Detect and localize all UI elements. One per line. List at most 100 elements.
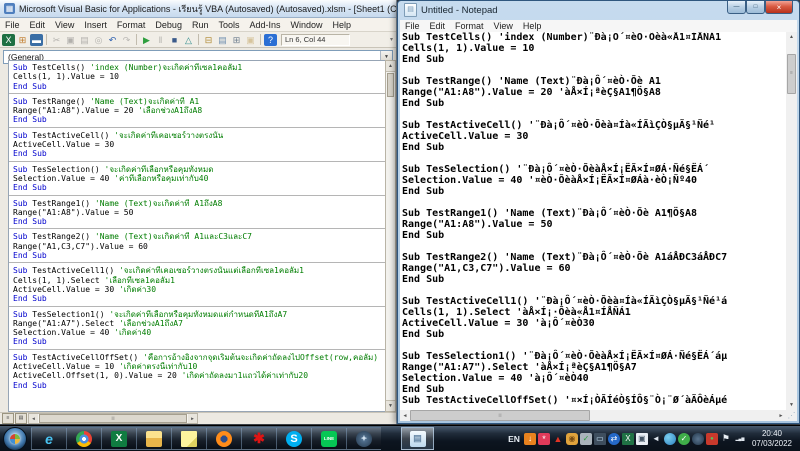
properties-window-icon[interactable]: ▤ [216,34,229,46]
notepad-menu-view[interactable]: View [489,21,518,31]
vba-procedure-block[interactable]: Sub TesSelection1() 'จะเกิดค่าที่เลือกหร… [9,308,385,350]
notepad-text-line: Range("A1:A8").Value = 20 'àÅ×Í¡ªèÇ§A1¶Ö… [402,87,661,98]
taskbar-line-icon[interactable]: LINE [311,427,346,450]
notepad-vscroll-thumb[interactable]: ≡ [787,54,796,94]
scroll-left-icon[interactable]: ◄ [400,413,410,419]
taskbar-sticky-notes-icon[interactable] [171,427,206,450]
vba-procedure-block[interactable]: Sub TestRange() 'Name (Text)จะเกิดค่าที่… [9,95,385,128]
vba-vertical-scrollbar[interactable]: ▲ ▼ [385,60,396,412]
scroll-down-icon[interactable]: ▼ [786,400,797,410]
vba-procedure-block[interactable]: Sub TesSelection() 'จะเกิดค่าที่เลือกหรื… [9,163,385,196]
vba-menu-file[interactable]: File [0,20,25,30]
window-tray-icon[interactable]: ▣ [635,432,648,445]
help-icon[interactable]: ? [264,33,277,46]
network-globe-tray-icon[interactable] [663,432,676,445]
vba-menu-insert[interactable]: Insert [79,20,112,30]
vba-procedure-block[interactable]: Sub TestActiveCell() 'จะเกิดค่าที่เคอเซอ… [9,129,385,162]
find-icon[interactable]: ◎ [92,34,105,46]
project-explorer-icon[interactable]: ⊟ [202,34,215,46]
notepad-menu-format[interactable]: Format [450,21,489,31]
scroll-right-icon[interactable]: ► [188,414,197,423]
vba-menu-edit[interactable]: Edit [25,20,51,30]
start-button[interactable] [3,426,27,451]
cut-icon[interactable]: ✂ [50,34,63,46]
reset-icon[interactable]: ■ [168,34,181,46]
language-indicator[interactable]: EN [506,434,522,444]
vba-hscroll-thumb[interactable]: ||| [39,414,187,423]
dark-globe-tray-icon[interactable] [691,432,704,445]
resize-grip[interactable]: ⋰ [786,410,797,421]
notepad-hscroll-thumb[interactable]: ||| [410,410,590,421]
vba-procedure-block[interactable]: Sub TestActiveCellOffSet() 'คือการอ้างอิ… [9,351,385,392]
vba-procedure-block[interactable]: Sub TestCells() 'index (Number)จะเกิดค่า… [9,61,385,94]
vba-menu-tools[interactable]: Tools [213,20,244,30]
downloader-tray-icon[interactable]: ↓ [523,432,536,445]
vba-procedure-block[interactable]: Sub TestRange1() 'Name (Text)จะเกิดค่าที… [9,197,385,230]
notepad-text-area[interactable]: Sub TestCells() 'index (Number)¨Ðà¡Ô´¤èÒ… [400,32,786,410]
yellow-app-tray-icon[interactable]: ◉ [565,432,578,445]
vba-menu-addins[interactable]: Add-Ins [244,20,285,30]
undo-icon[interactable]: ↶ [106,34,119,46]
toolbox-icon[interactable]: ▣ [244,34,257,46]
vba-horizontal-scrollbar[interactable]: ◄ ||| ► [28,413,198,424]
teamviewer-tray-icon[interactable]: ⇄ [607,432,620,445]
notepad-menu-help[interactable]: Help [518,21,547,31]
scroll-up-icon[interactable]: ▲ [786,32,797,42]
taskbar-red-app-icon[interactable]: ✱ [241,427,276,450]
vba-menu-help[interactable]: Help [328,20,357,30]
green-check-tray-icon[interactable]: ✓ [677,432,690,445]
maximize-button[interactable]: □ [746,1,765,14]
phone-shield-tray-icon[interactable]: ✓ [579,432,592,445]
minimize-button[interactable]: — [727,1,746,14]
full-module-view-button[interactable]: ▤ [15,413,27,424]
notepad-vertical-scrollbar[interactable]: ▲ ≡ ▼ [786,32,797,410]
taskbar-firefox-icon[interactable] [206,427,241,450]
red-triangle-tray-icon[interactable]: ▲ [552,433,564,445]
taskbar-skype-icon[interactable]: S [276,427,311,450]
vba-menu-view[interactable]: View [50,20,79,30]
insert-userform-icon[interactable]: ⊞ [16,34,29,46]
procedure-view-button[interactable]: ≡ [2,413,14,424]
object-browser-icon[interactable]: ⊞ [230,34,243,46]
red-badge-tray-icon[interactable]: * [537,432,550,445]
taskbar-security-globe-icon[interactable]: ✦ [346,427,381,450]
vba-titlebar[interactable]: ▦ Microsoft Visual Basic for Application… [0,0,396,18]
scroll-right-icon[interactable]: ► [776,413,786,419]
scroll-left-icon[interactable]: ◄ [29,414,38,423]
run-icon[interactable]: ▶ [140,34,153,46]
chat-red-tray-icon[interactable]: ● [705,432,718,445]
taskbar-chrome-icon[interactable] [66,427,101,450]
vba-vscroll-thumb[interactable] [387,73,394,97]
volume-tray-icon[interactable]: ◄ [650,433,662,445]
toolbar-overflow-chevron[interactable]: ▾ [390,36,394,43]
action-center-flag-icon[interactable]: ⚑ [720,433,732,445]
vba-procedure-block[interactable]: Sub TestActiveCell1() 'จะเกิดค่าที่เคอเซ… [9,264,385,307]
taskbar-internet-explorer-icon[interactable]: e [31,427,66,450]
notepad-horizontal-scrollbar[interactable]: ◄ ||| ► [400,410,786,421]
paste-icon[interactable]: ▤ [78,34,91,46]
vba-menu-run[interactable]: Run [187,20,214,30]
taskbar-clock[interactable]: 20:40 07/03/2022 [748,429,796,449]
scroll-down-icon[interactable]: ▼ [386,400,395,411]
vba-menu-debug[interactable]: Debug [150,20,187,30]
close-button[interactable]: × [765,1,793,14]
monitor-tray-icon[interactable]: ▭ [593,432,606,445]
design-mode-icon[interactable]: △ [182,34,195,46]
vba-code-editor[interactable]: Sub TestCells() 'index (Number)จะเกิดค่า… [8,60,385,412]
taskbar-excel-icon[interactable]: X [101,427,136,450]
vba-menu-window[interactable]: Window [286,20,328,30]
taskbar-notepad-icon[interactable]: ▤ [401,427,434,450]
save-icon[interactable]: ▬ [30,33,43,46]
break-icon[interactable]: ‖ [154,34,167,46]
scroll-up-icon[interactable]: ▲ [386,61,395,72]
excel-tray-icon[interactable]: X [621,432,634,445]
view-excel-icon[interactable]: X [2,33,15,46]
redo-icon[interactable]: ↷ [120,34,133,46]
notepad-menu-edit[interactable]: Edit [425,21,451,31]
taskbar-file-explorer-icon[interactable] [136,427,171,450]
network-signal-icon[interactable]: ▂▄▆ [734,433,746,445]
vba-procedure-block[interactable]: Sub TestRange2() 'Name (Text)จะเกิดค่าที… [9,230,385,264]
notepad-menu-file[interactable]: File [400,21,425,31]
copy-icon[interactable]: ▣ [64,34,77,46]
vba-menu-format[interactable]: Format [112,20,151,30]
